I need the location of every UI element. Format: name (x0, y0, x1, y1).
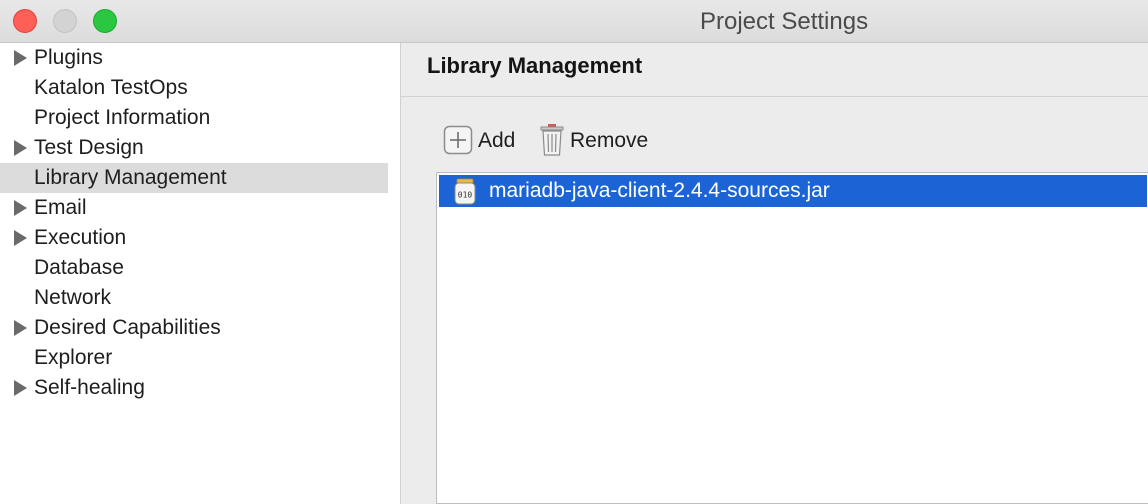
sidebar-item-execution[interactable]: Execution (0, 223, 388, 253)
expand-arrow-icon[interactable] (14, 230, 27, 246)
sidebar-item-label: Plugins (34, 46, 103, 69)
sidebar-item-label: Desired Capabilities (34, 316, 221, 339)
remove-button-label: Remove (570, 129, 649, 152)
sidebar-item-email[interactable]: Email (0, 193, 388, 223)
list-item[interactable]: 010 mariadb-java-client-2.4.4-sources.ja… (439, 175, 1147, 207)
settings-sidebar: Plugins Katalon TestOps Project Informat… (0, 43, 401, 504)
library-management-panel: Library Management Add Remove 010 mariad… (401, 43, 1148, 504)
expand-arrow-icon[interactable] (14, 320, 27, 336)
sidebar-item-label: Explorer (34, 346, 113, 369)
project-settings-window: Project Settings Plugins Katalon TestOps… (0, 0, 1148, 504)
expand-arrow-icon[interactable] (14, 50, 27, 66)
sidebar-item-label: Katalon TestOps (34, 76, 188, 99)
sidebar-item-label: Project Information (34, 106, 211, 129)
sidebar-item-label: Network (34, 286, 112, 309)
expand-arrow-icon[interactable] (14, 200, 27, 216)
expand-arrow-icon[interactable] (14, 380, 27, 396)
minimize-window-button[interactable] (53, 9, 77, 33)
window-title: Project Settings (700, 8, 869, 35)
close-window-button[interactable] (13, 9, 37, 33)
sidebar-item-label: Library Management (34, 166, 227, 189)
jar-file-icon: 010 (454, 178, 476, 205)
sidebar-item-label: Self-healing (34, 376, 145, 399)
sidebar-item-label: Database (34, 256, 124, 279)
add-button-label: Add (478, 129, 516, 152)
sidebar-item-network[interactable]: Network (0, 283, 388, 313)
add-icon (443, 125, 473, 155)
sidebar-item-plugins[interactable]: Plugins (0, 43, 388, 73)
page-title: Library Management (427, 53, 643, 78)
library-list[interactable]: 010 mariadb-java-client-2.4.4-sources.ja… (436, 172, 1148, 504)
sidebar-item-self-healing[interactable]: Self-healing (0, 373, 388, 403)
expand-arrow-icon[interactable] (14, 140, 27, 156)
library-name: mariadb-java-client-2.4.4-sources.jar (489, 179, 830, 202)
sidebar-item-test-design[interactable]: Test Design (0, 133, 388, 163)
sidebar-item-explorer[interactable]: Explorer (0, 343, 388, 373)
sidebar-item-project-information[interactable]: Project Information (0, 103, 388, 133)
sidebar-item-katalon-testops[interactable]: Katalon TestOps (0, 73, 388, 103)
sidebar-item-database[interactable]: Database (0, 253, 388, 283)
sidebar-item-label: Test Design (34, 136, 144, 159)
trash-icon (540, 124, 564, 156)
title-bar: Project Settings (0, 0, 1148, 43)
remove-library-button[interactable]: Remove (539, 123, 659, 159)
sidebar-item-label: Execution (34, 226, 127, 249)
title-divider (401, 96, 1148, 97)
zoom-window-button[interactable] (93, 9, 117, 33)
sidebar-item-desired-capabilities[interactable]: Desired Capabilities (0, 313, 388, 343)
svg-text:010: 010 (458, 191, 473, 200)
sidebar-item-label: Email (34, 196, 87, 219)
sidebar-item-library-management[interactable]: Library Management (0, 163, 388, 193)
add-library-button[interactable]: Add (443, 123, 523, 159)
